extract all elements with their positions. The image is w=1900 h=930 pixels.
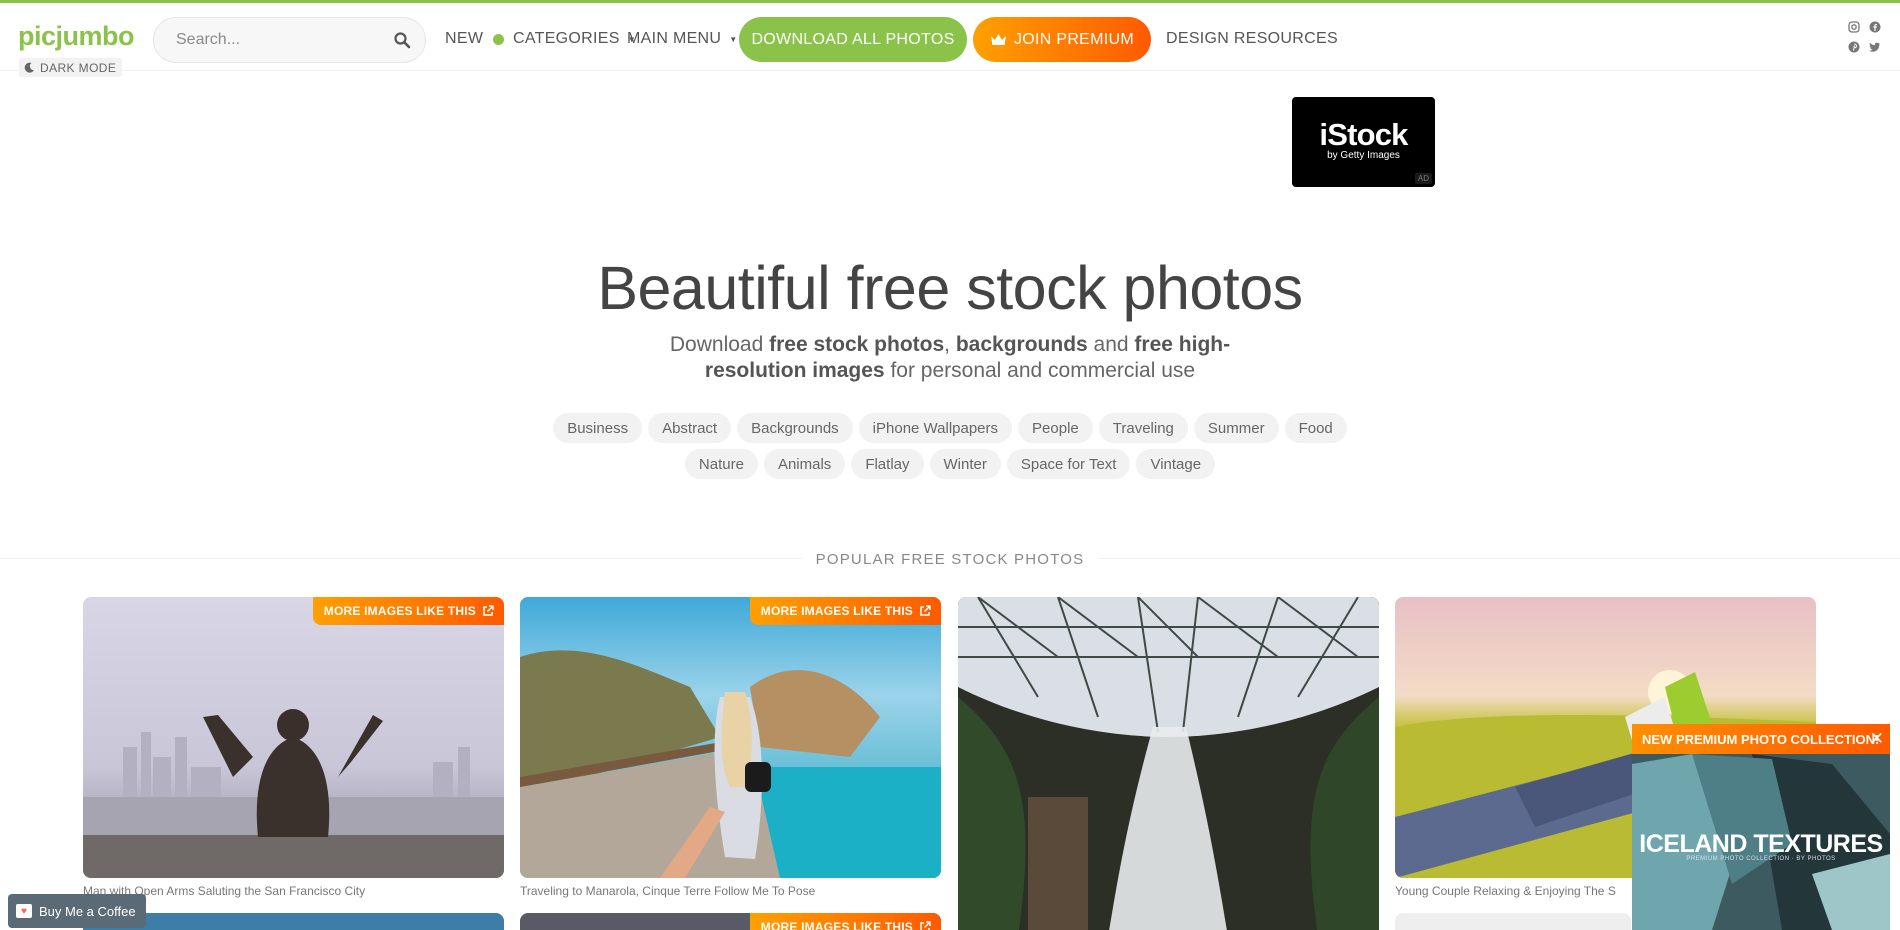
nav-new-label: NEW — [445, 30, 484, 47]
more-images-button[interactable]: MORE IMAGES LIKE THIS — [312, 597, 504, 625]
ad-brand: iStock — [1319, 117, 1408, 152]
nav-main-menu-label: MAIN MENU — [627, 30, 722, 47]
close-icon[interactable]: ✕ — [1870, 730, 1884, 747]
external-link-icon — [920, 605, 931, 616]
more-images-button[interactable]: MORE IMAGES LIKE THIS — [749, 597, 941, 625]
photo-card-waterfall[interactable] — [958, 597, 1379, 930]
nav-new[interactable]: NEW — [445, 30, 505, 48]
tag-abstract[interactable]: Abstract — [648, 413, 732, 443]
more-images-label: MORE IMAGES LIKE THIS — [760, 604, 913, 618]
nav-categories-label: CATEGORIES — [513, 30, 620, 47]
tag-animals[interactable]: Animals — [763, 449, 846, 479]
popup-background-image — [1632, 724, 1890, 930]
tag-flatlay[interactable]: Flatlay — [851, 449, 924, 479]
moon-icon — [24, 62, 34, 73]
search-input[interactable] — [176, 31, 376, 49]
tag-business[interactable]: Business — [553, 413, 643, 443]
site-logo[interactable]: picjumbo — [18, 21, 135, 52]
tag-backgrounds[interactable]: Backgrounds — [737, 413, 853, 443]
popup-header: NEW PREMIUM PHOTO COLLECTION! — [1632, 724, 1890, 754]
nav-categories[interactable]: CATEGORIES ▼ — [513, 30, 636, 48]
popup-title: ICELAND TEXTURES — [1639, 830, 1883, 858]
nav-main-menu[interactable]: MAIN MENU ▼ — [627, 30, 737, 48]
nav-design-resources[interactable]: DESIGN RESOURCES — [1166, 30, 1338, 48]
join-premium-label: JOIN PREMIUM — [1013, 30, 1135, 48]
section-title: POPULAR FREE STOCK PHOTOS — [0, 551, 1900, 568]
istock-ad[interactable]: iStock by Getty Images AD — [1292, 97, 1435, 187]
tag-winter[interactable]: Winter — [929, 449, 1001, 479]
dark-mode-label: DARK MODE — [40, 60, 117, 75]
photo-card-san-francisco[interactable]: MORE IMAGES LIKE THIS — [83, 597, 504, 878]
premium-collection-popup[interactable]: NEW PREMIUM PHOTO COLLECTION! ✕ ICELAND … — [1632, 724, 1890, 930]
photo-image — [958, 597, 1379, 930]
tag-iphone-wallpapers[interactable]: iPhone Wallpapers — [858, 413, 1013, 443]
photo-card-row2[interactable]: MORE IMAGES LIKE THIS — [520, 913, 941, 930]
photo-caption[interactable]: Young Couple Relaxing & Enjoying The S — [1395, 884, 1616, 898]
crown-icon — [990, 34, 1006, 45]
facebook-icon[interactable] — [1868, 20, 1881, 33]
subtitle-text: and — [1087, 333, 1135, 356]
external-link-icon — [483, 605, 494, 616]
search-box — [153, 17, 426, 63]
category-tags: Business Abstract Backgrounds iPhone Wal… — [550, 413, 1350, 479]
subtitle-strong: free stock photos — [769, 333, 945, 356]
twitter-icon[interactable] — [1868, 40, 1881, 53]
coffee-label: Buy Me a Coffee — [39, 903, 136, 919]
tag-vintage[interactable]: Vintage — [1136, 449, 1216, 479]
external-link-icon — [920, 921, 931, 930]
section-title-text: POPULAR FREE STOCK PHOTOS — [801, 551, 1099, 568]
tag-traveling[interactable]: Traveling — [1098, 413, 1188, 443]
instagram-icon[interactable] — [1847, 20, 1860, 33]
more-images-label: MORE IMAGES LIKE THIS — [760, 920, 913, 930]
caret-down-icon: ▼ — [729, 34, 738, 44]
subtitle-text: , — [944, 333, 956, 356]
subtitle-text: Download — [669, 333, 770, 356]
more-images-button[interactable]: MORE IMAGES LIKE THIS — [749, 913, 941, 930]
tag-nature[interactable]: Nature — [684, 449, 758, 479]
photo-image — [520, 597, 941, 878]
more-images-label: MORE IMAGES LIKE THIS — [323, 604, 476, 618]
search-icon[interactable] — [393, 31, 411, 49]
join-premium-button[interactable]: JOIN PREMIUM — [973, 17, 1151, 62]
photo-card-manarola[interactable]: MORE IMAGES LIKE THIS — [520, 597, 941, 878]
photo-card-row2[interactable] — [1395, 913, 1631, 930]
site-header: picjumbo NEW CATEGORIES ▼ MAIN MENU ▼ DO… — [0, 3, 1900, 71]
buy-me-a-coffee-button[interactable]: ♥ Buy Me a Coffee — [8, 894, 146, 928]
photo-card-row2[interactable] — [83, 913, 504, 930]
new-indicator-dot — [493, 33, 505, 45]
tag-food[interactable]: Food — [1284, 413, 1347, 443]
hero-title: Beautiful free stock photos — [597, 254, 1303, 322]
ad-label: AD — [1414, 173, 1432, 184]
social-links — [1847, 20, 1887, 53]
tag-people[interactable]: People — [1018, 413, 1093, 443]
coffee-cup-icon: ♥ — [16, 904, 32, 918]
photo-image — [83, 597, 504, 878]
hero-subtitle: Download free stock photos, backgrounds … — [650, 332, 1250, 384]
nav-design-resources-label: DESIGN RESOURCES — [1166, 30, 1338, 47]
download-all-button[interactable]: DOWNLOAD ALL PHOTOS — [739, 17, 967, 62]
subtitle-text: for personal and commercial use — [884, 359, 1196, 382]
tag-space-for-text[interactable]: Space for Text — [1006, 449, 1131, 479]
pinterest-icon[interactable] — [1847, 40, 1860, 53]
ad-tagline: by Getty Images — [1327, 150, 1400, 161]
dark-mode-toggle[interactable]: DARK MODE — [19, 58, 123, 77]
photo-caption[interactable]: Traveling to Manarola, Cinque Terre Foll… — [520, 884, 815, 898]
tag-summer[interactable]: Summer — [1193, 413, 1279, 443]
popup-subtitle: PREMIUM PHOTO COLLECTION · BY PHOTOS — [1686, 856, 1836, 862]
subtitle-strong: backgrounds — [955, 333, 1088, 356]
